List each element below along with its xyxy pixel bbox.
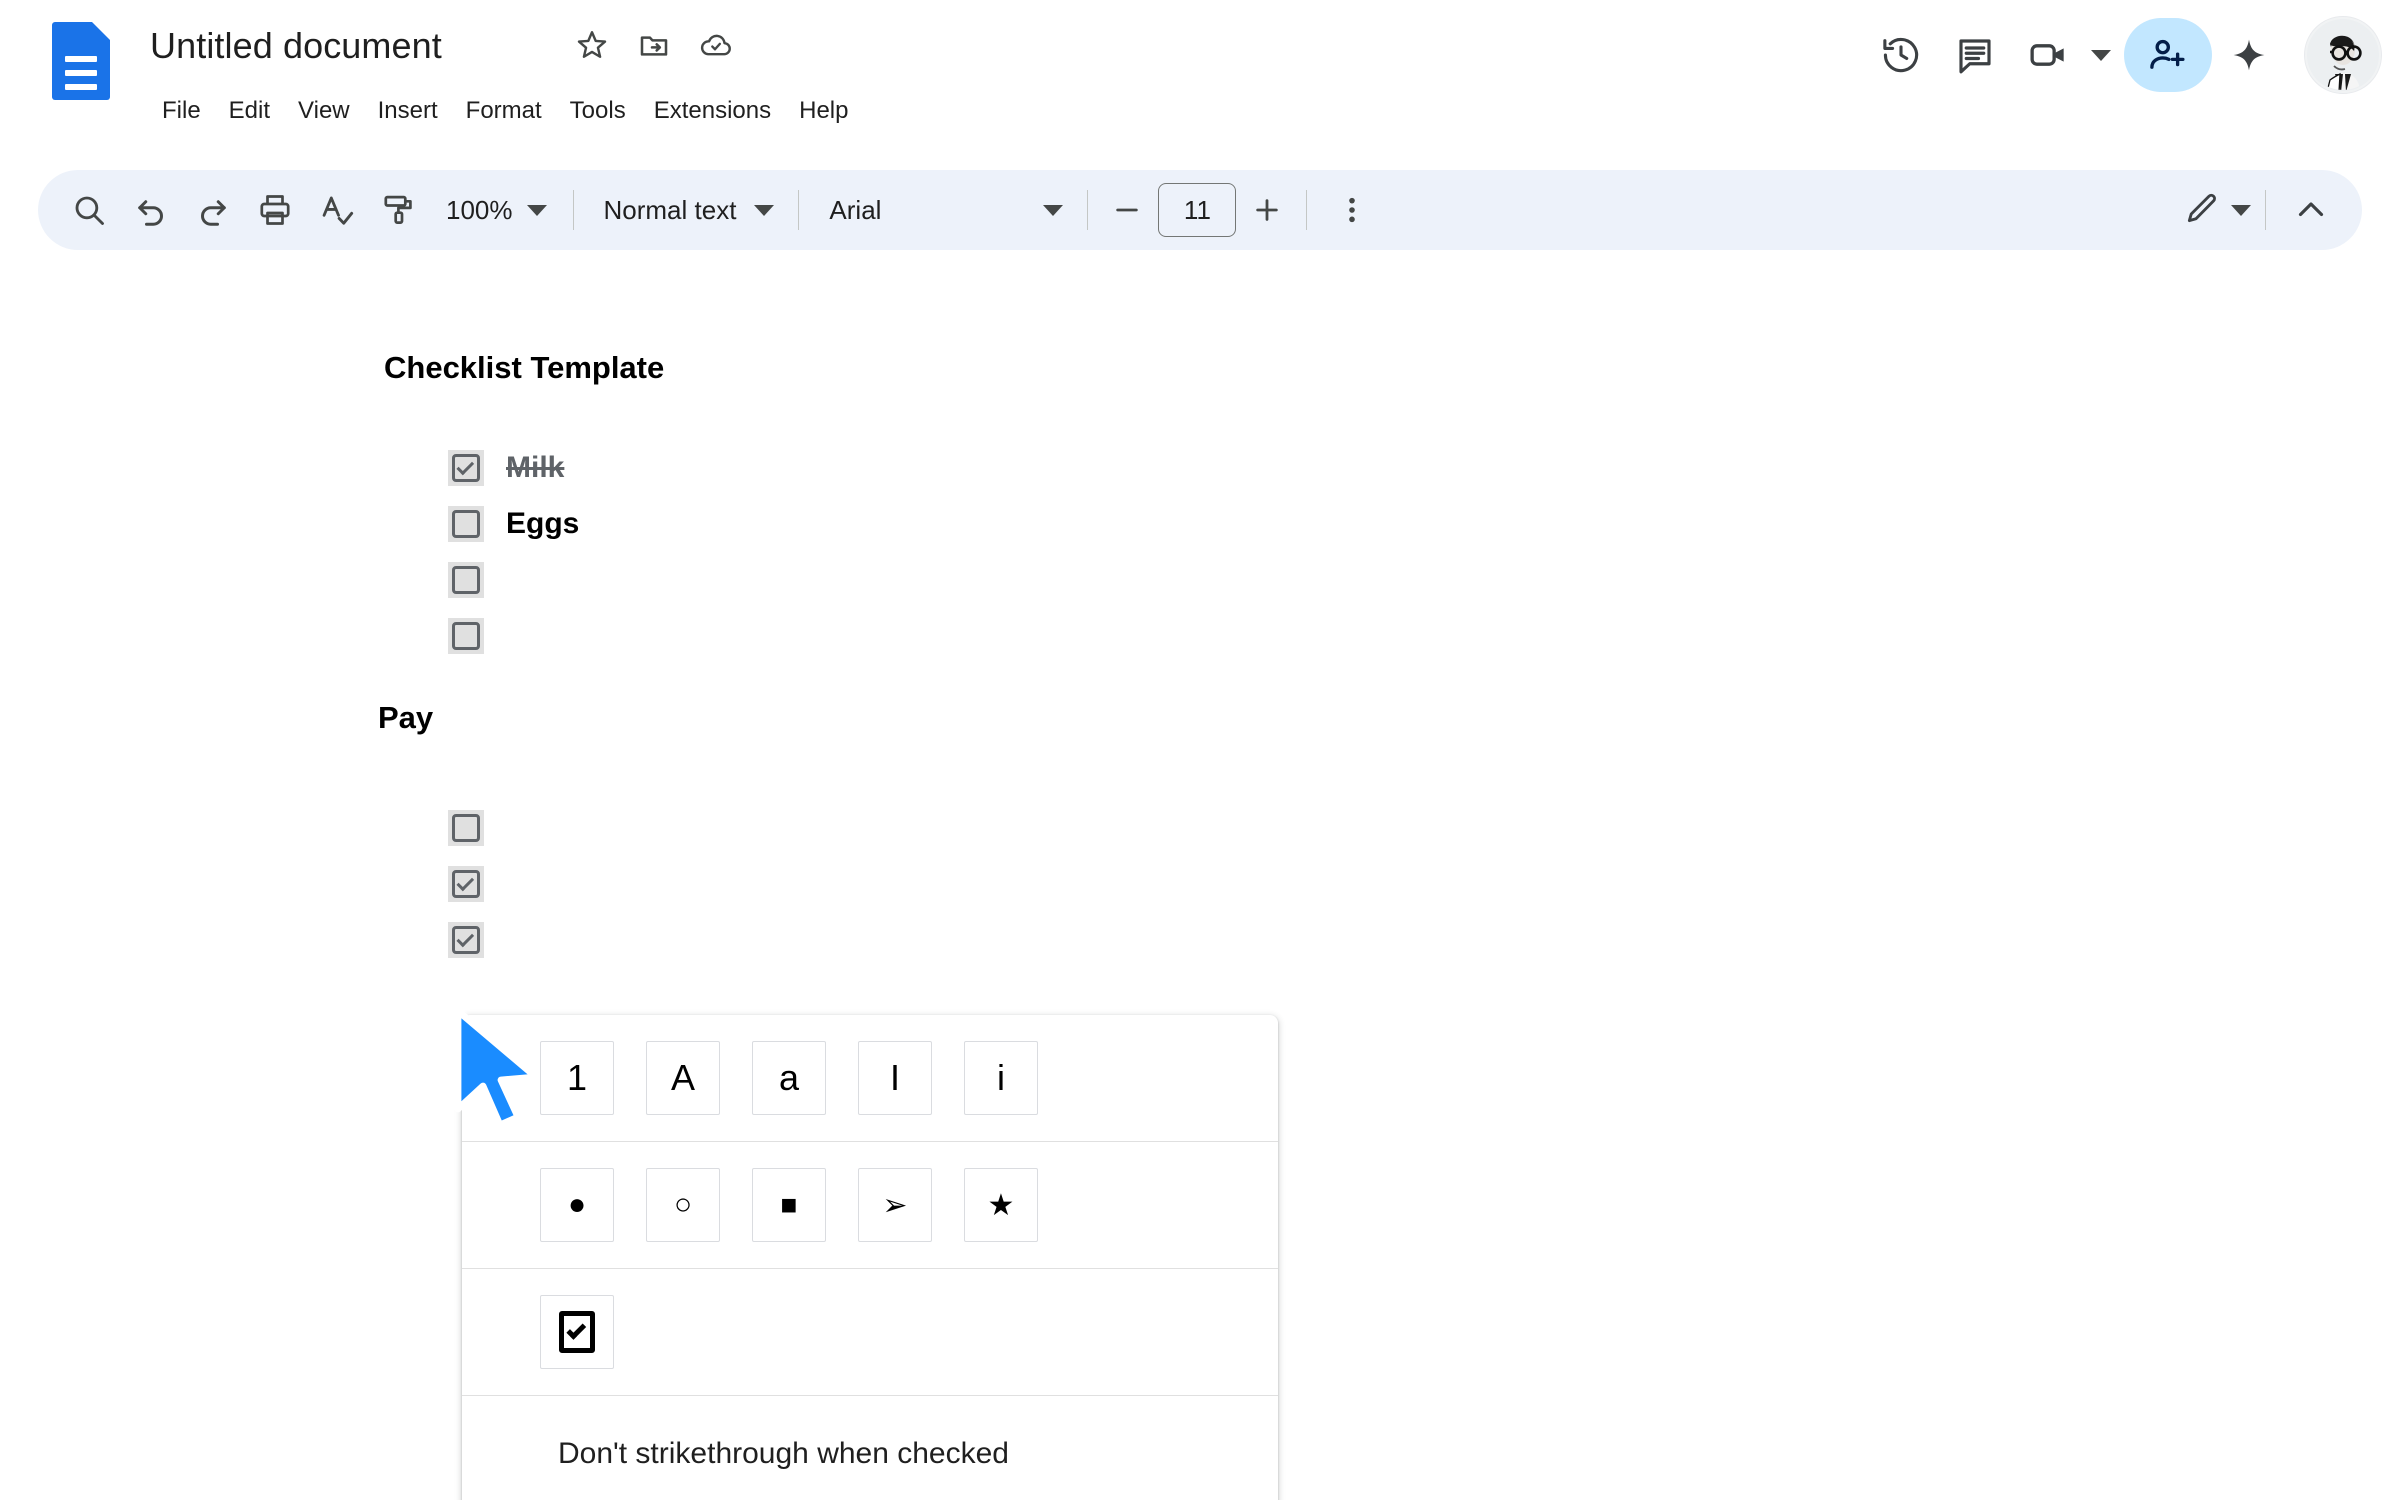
version-history-icon[interactable]: [1864, 18, 1938, 92]
checklist-item-label: Eggs: [506, 507, 580, 540]
numbered-lower-alpha-option[interactable]: a: [752, 1041, 826, 1115]
checklist-option-row: [462, 1269, 1278, 1395]
share-button[interactable]: [2124, 18, 2212, 92]
dont-strikethrough-when-checked-item[interactable]: Don't strikethrough when checked: [462, 1414, 1278, 1494]
menu-bar: File Edit View Insert Format Tools Exten…: [148, 90, 862, 132]
zoom-selector[interactable]: 100%: [430, 183, 559, 237]
gemini-spark-icon[interactable]: [2212, 18, 2286, 92]
font-family-selector[interactable]: Arial: [813, 183, 1073, 237]
docs-logo-icon[interactable]: [52, 22, 110, 100]
spellcheck-icon[interactable]: [306, 179, 368, 241]
formatting-toolbar: 100% Normal text Arial 11: [38, 170, 2362, 250]
checklist-item[interactable]: [448, 552, 579, 608]
numbered-upper-roman-option[interactable]: I: [858, 1041, 932, 1115]
menu-insert[interactable]: Insert: [364, 90, 452, 132]
star-icon[interactable]: [575, 28, 609, 62]
zoom-value: 100%: [446, 194, 513, 225]
checkbox-unchecked-icon[interactable]: [448, 562, 484, 598]
toolbar-divider: [572, 190, 574, 230]
checklist-item[interactable]: [448, 856, 506, 912]
numbered-upper-alpha-option[interactable]: A: [646, 1041, 720, 1115]
menu-tools[interactable]: Tools: [556, 90, 640, 132]
checkbox-unchecked-icon[interactable]: [448, 810, 484, 846]
numbered-lower-roman-option[interactable]: i: [964, 1041, 1038, 1115]
menu-view[interactable]: View: [284, 90, 364, 132]
bullet-circle-option[interactable]: ○: [646, 1168, 720, 1242]
more-bullets-item[interactable]: More bullets: [462, 1494, 1278, 1500]
app-header: Untitled document File Edit View Insert …: [0, 0, 2400, 160]
search-icon[interactable]: [58, 179, 120, 241]
meet-caret-icon[interactable]: [2086, 18, 2116, 92]
checkbox-unchecked-icon[interactable]: [448, 618, 484, 654]
menu-edit[interactable]: Edit: [215, 90, 284, 132]
checkbox-unchecked-icon[interactable]: [448, 506, 484, 542]
bullet-menu-commands: Don't strikethrough when checked More bu…: [462, 1396, 1278, 1500]
checklist-item[interactable]: [448, 912, 506, 968]
cloud-saved-icon[interactable]: [699, 28, 733, 62]
paint-format-icon[interactable]: [368, 179, 430, 241]
decrease-font-size-button[interactable]: [1102, 185, 1152, 235]
meet-camera-icon[interactable]: [2012, 18, 2086, 92]
numbered-list-options: 1 A a I i: [462, 1015, 1278, 1141]
toolbar-divider: [798, 190, 800, 230]
avatar[interactable]: [2304, 16, 2382, 94]
checkbox-checked-icon[interactable]: [448, 866, 484, 902]
move-folder-icon[interactable]: [637, 28, 671, 62]
checklist-item[interactable]: [448, 800, 506, 856]
increase-font-size-button[interactable]: [1242, 185, 1292, 235]
paragraph-style-selector[interactable]: Normal text: [588, 183, 785, 237]
comment-history-icon[interactable]: [1938, 18, 2012, 92]
google-docs-window: Untitled document File Edit View Insert …: [0, 0, 2400, 1500]
undo-icon[interactable]: [120, 179, 182, 241]
chevron-down-icon: [1043, 204, 1064, 216]
document-title[interactable]: Untitled document: [150, 26, 442, 66]
toolbar-divider: [1087, 190, 1089, 230]
title-action-icons: [575, 28, 733, 62]
font-family-value: Arial: [829, 194, 882, 225]
bullet-star-option[interactable]: ★: [964, 1168, 1038, 1242]
header-actions: [1864, 16, 2382, 94]
bullet-list-options: ● ○ ■ ➢ ★: [462, 1142, 1278, 1268]
bullet-checkbox-option[interactable]: [540, 1295, 614, 1369]
collapse-menus-icon[interactable]: [2280, 179, 2342, 241]
checklist-item[interactable]: Eggs: [448, 496, 579, 552]
chevron-down-icon: [2231, 204, 2251, 216]
checklist-group-2: [448, 800, 506, 968]
document-canvas[interactable]: Checklist Template Milk Eggs Pay 1 A a I…: [0, 270, 2400, 1500]
font-size-input[interactable]: 11: [1158, 183, 1237, 237]
bullet-arrow-option[interactable]: ➢: [858, 1168, 932, 1242]
numbered-decimal-option[interactable]: 1: [540, 1041, 614, 1115]
font-size-stepper: 11: [1102, 183, 1292, 237]
menu-extensions[interactable]: Extensions: [640, 90, 785, 132]
bullet-square-option[interactable]: ■: [752, 1168, 826, 1242]
toolbar-divider: [1306, 190, 1308, 230]
more-vertical-icon[interactable]: [1321, 179, 1383, 241]
section-heading: Pay: [378, 700, 434, 735]
checklist-item-label: Milk: [506, 451, 565, 484]
chevron-down-icon: [526, 204, 547, 216]
bullet-options-menu: 1 A a I i ● ○ ■ ➢ ★ Don't strikethrough …: [462, 1015, 1278, 1500]
pencil-icon: [2183, 189, 2221, 232]
redo-icon[interactable]: [182, 179, 244, 241]
toolbar-divider: [2265, 190, 2266, 230]
checklist-group-1: Milk Eggs: [448, 440, 579, 664]
paragraph-style-value: Normal text: [603, 194, 737, 225]
menu-help[interactable]: Help: [785, 90, 862, 132]
checkbox-checked-icon[interactable]: [448, 922, 484, 958]
checklist-item[interactable]: [448, 608, 579, 664]
chevron-down-icon: [754, 204, 775, 216]
checklist-item[interactable]: Milk: [448, 440, 579, 496]
menu-format[interactable]: Format: [452, 90, 556, 132]
bullet-disc-option[interactable]: ●: [540, 1168, 614, 1242]
print-icon[interactable]: [244, 179, 306, 241]
menu-file[interactable]: File: [148, 90, 215, 132]
editing-mode-selector[interactable]: [2183, 189, 2251, 232]
document-heading: Checklist Template: [384, 350, 665, 385]
checkbox-checked-icon[interactable]: [448, 450, 484, 486]
